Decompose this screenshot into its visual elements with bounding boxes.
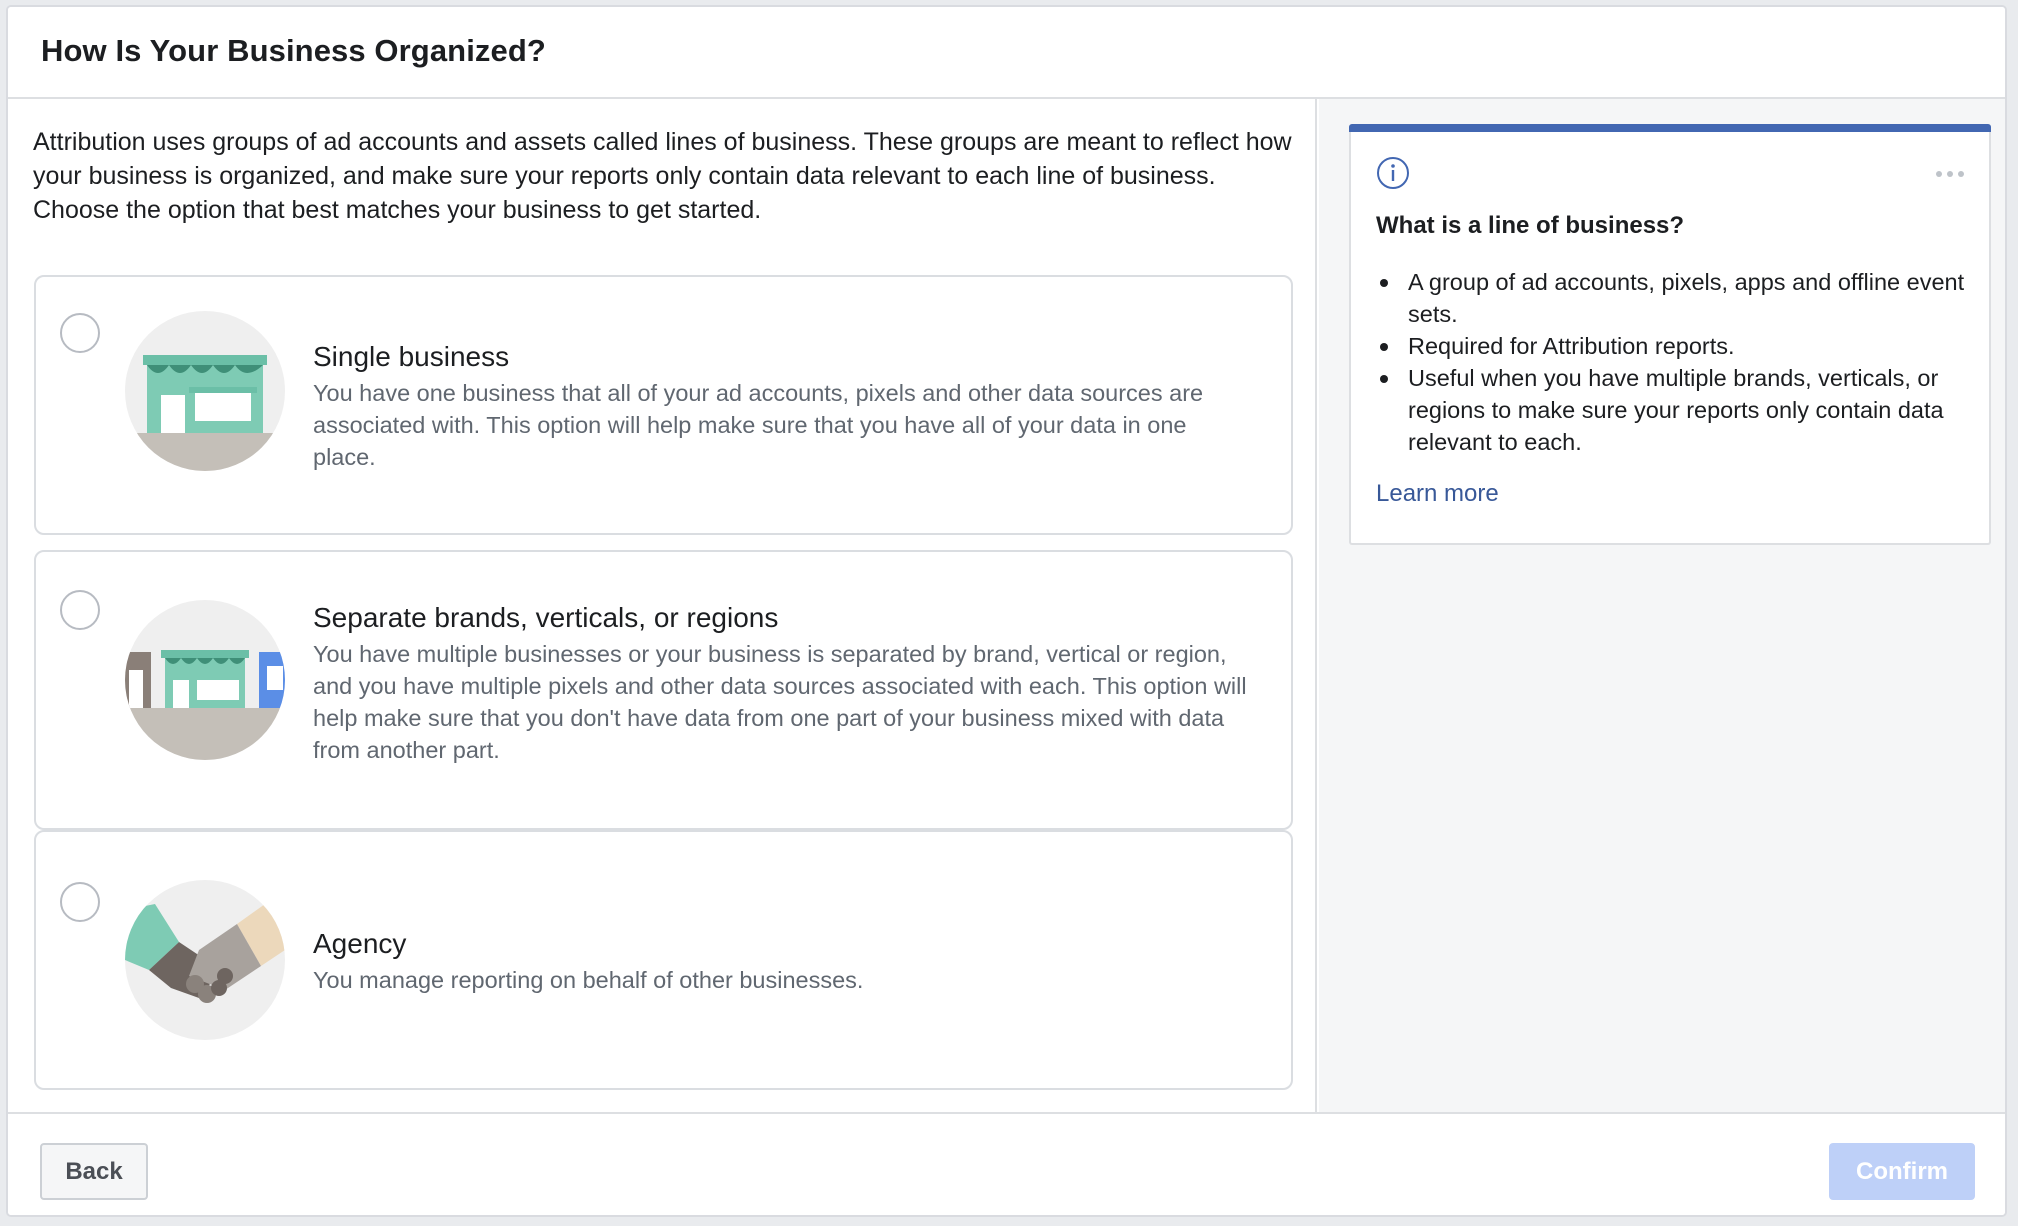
option-agency[interactable]: Agency You manage reporting on behalf of…: [34, 830, 1293, 1090]
bullet-item: A group of ad accounts, pixels, apps and…: [1380, 266, 1968, 330]
dialog-title: How Is Your Business Organized?: [41, 33, 546, 68]
option-agency-text: Agency You manage reporting on behalf of…: [313, 926, 1255, 996]
bullet-item: Useful when you have multiple brands, ve…: [1380, 362, 1968, 458]
info-icon: [1376, 156, 1410, 190]
learn-more-link[interactable]: Learn more: [1376, 480, 1499, 508]
option-description: You manage reporting on behalf of other …: [313, 967, 864, 993]
option-description: You have one business that all of your a…: [313, 380, 1204, 470]
card-accent-bar: [1349, 124, 1991, 132]
info-card: What is a line of business? A group of a…: [1349, 124, 1991, 545]
option-separate-brands-text: Separate brands, verticals, or regions Y…: [313, 600, 1255, 766]
bullet-item: Required for Attribution reports.: [1380, 330, 1968, 362]
dialog-header: How Is Your Business Organized?: [8, 7, 2005, 99]
radio-agency[interactable]: [60, 882, 100, 922]
option-description: You have multiple businesses or your bus…: [313, 641, 1247, 763]
dialog-footer: Back Confirm: [8, 1112, 2005, 1215]
intro-text: Attribution uses groups of ad accounts a…: [33, 128, 1292, 224]
more-horizontal-icon[interactable]: [1935, 166, 1965, 177]
info-card-bullets: A group of ad accounts, pixels, apps and…: [1380, 266, 1968, 458]
multiple-storefronts-illustration: [125, 600, 285, 760]
option-separate-brands[interactable]: Separate brands, verticals, or regions Y…: [34, 550, 1293, 830]
info-sidebar: What is a line of business? A group of a…: [1319, 99, 2005, 1112]
option-title: Agency: [313, 928, 407, 959]
radio-separate-brands[interactable]: [60, 590, 100, 630]
confirm-button[interactable]: Confirm: [1829, 1143, 1975, 1200]
options-panel: Attribution uses groups of ad accounts a…: [8, 99, 1317, 1112]
option-title: Single business: [313, 341, 510, 372]
option-single-business-text: Single business You have one business th…: [313, 339, 1255, 473]
business-organization-dialog: How Is Your Business Organized? Attribut…: [6, 5, 2007, 1217]
option-title: Separate brands, verticals, or regions: [313, 602, 779, 633]
info-card-title: What is a line of business?: [1376, 212, 1685, 239]
option-single-business[interactable]: Single business You have one business th…: [34, 275, 1293, 535]
radio-single-business[interactable]: [60, 313, 100, 353]
handshake-illustration: [125, 880, 285, 1040]
back-button[interactable]: Back: [40, 1143, 148, 1200]
storefront-illustration: [125, 311, 285, 471]
